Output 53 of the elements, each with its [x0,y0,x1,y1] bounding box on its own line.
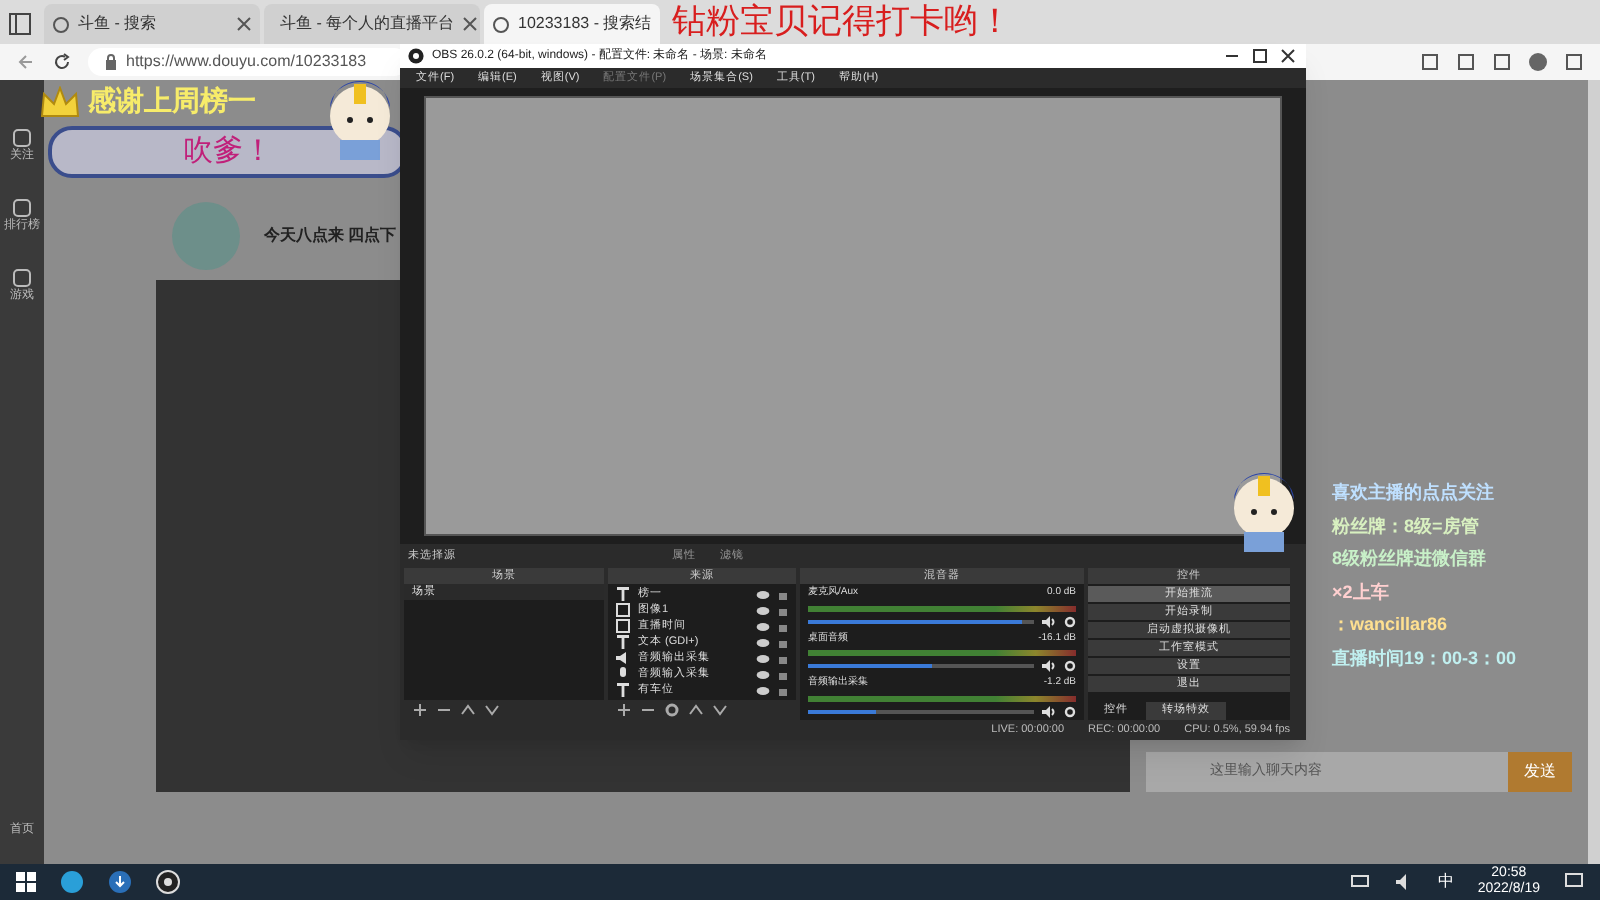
text-source-icon [616,682,630,698]
back-icon [16,52,36,72]
close-icon [462,16,479,32]
browser-tab[interactable]: 斗鱼 - 每个人的直播平台 [264,4,480,44]
add-icon [616,702,632,718]
add-icon [412,702,428,718]
gear-icon [1064,660,1076,672]
maximize-icon [1250,48,1270,64]
overlay-info-text: ：wancillar86 [1332,612,1450,638]
mic-source-icon [616,666,630,682]
gear-icon [1064,705,1076,717]
speaker-source-icon [616,650,630,666]
nav-icon [12,128,32,148]
crown-icon [40,85,80,117]
move-up-icon [460,702,476,718]
banner-text: 钻粉宝贝记得打卡哟！ [672,2,1012,40]
close-icon [1278,48,1298,64]
overlay-info-text: ×2上车 [1332,579,1391,605]
overlay-info-text: 8级粉丝牌进微信群 [1332,546,1489,572]
nav-icon [12,268,32,288]
overlay-info-text: 直播时间19：00-3：00 [1332,645,1517,671]
move-up-icon [688,702,704,718]
overlay-info-text: 粉丝牌：8级=房管 [1332,513,1481,539]
download-taskbar-icon [108,870,132,894]
windows-start-icon [16,872,36,892]
gear-icon [664,702,680,718]
text-source-icon [616,586,630,602]
overlay-info-text: 喜欢主播的点点关注 [1332,480,1496,506]
text-source-icon [616,634,630,650]
streamer-avatar [172,201,240,269]
page-icon [492,15,510,33]
tab-actions-icon [8,12,32,36]
input-method-indicator[interactable]: 中 [1437,870,1454,894]
browser-tab[interactable]: 斗鱼 - 搜索 [44,4,260,44]
refresh-icon [52,52,72,72]
move-down-icon [484,702,500,718]
nav-icon [12,198,32,218]
send-button[interactable]: 发送 [1508,752,1572,792]
lock-icon [104,54,118,70]
obs-taskbar-icon [156,870,180,894]
browser-tab[interactable]: 10233183 - 搜索结 [484,4,660,44]
browser-taskbar-icon [60,870,84,894]
thanks-text: 感谢上周榜一 [88,82,256,120]
stream-title: 今天八点来 四点下 [264,223,397,247]
speaker-icon [1042,660,1056,672]
thanks-name: 吹爹！ [183,133,273,172]
speaker-icon [1042,615,1056,627]
page-icon [52,15,70,33]
gear-icon [1064,615,1076,627]
profile-icon [1528,52,1548,72]
speaker-icon [1042,705,1056,717]
move-down-icon [712,702,728,718]
close-icon [236,16,252,32]
